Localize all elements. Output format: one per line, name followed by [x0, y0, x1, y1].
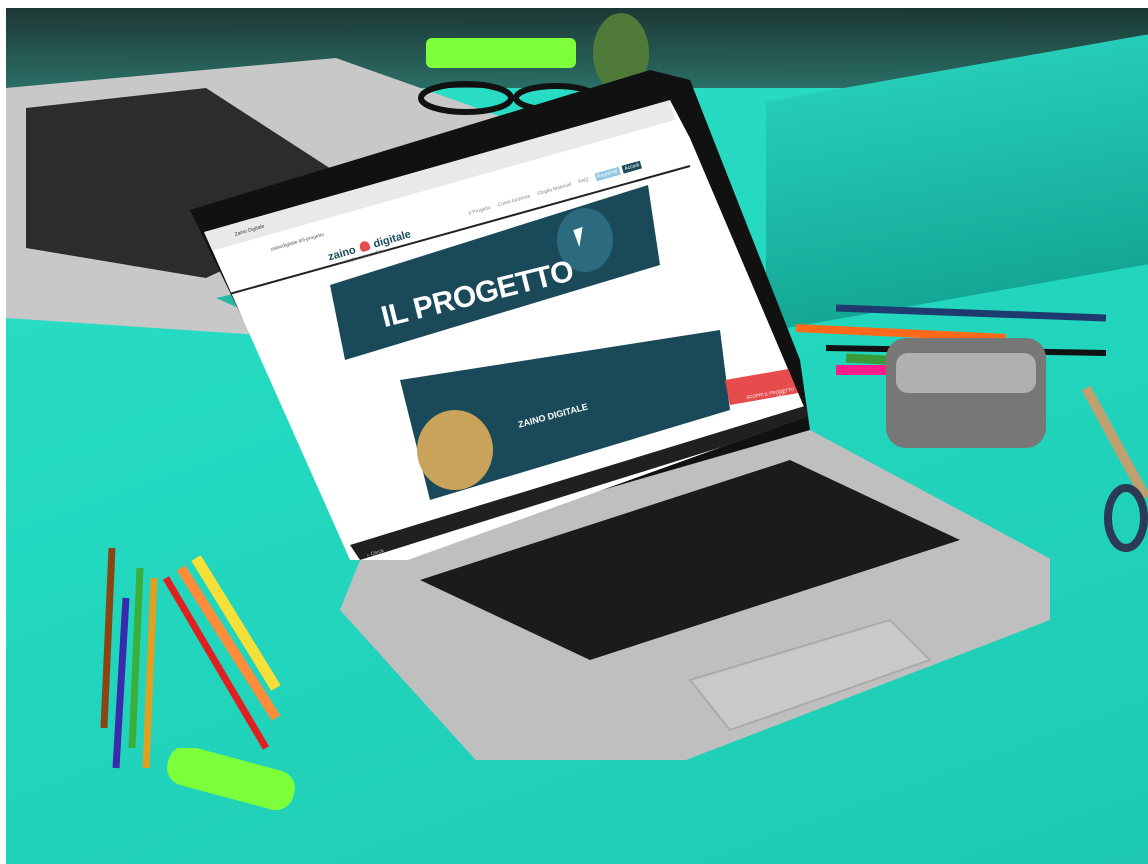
macbook-laptop	[190, 70, 1050, 760]
logo-icon	[358, 239, 371, 253]
